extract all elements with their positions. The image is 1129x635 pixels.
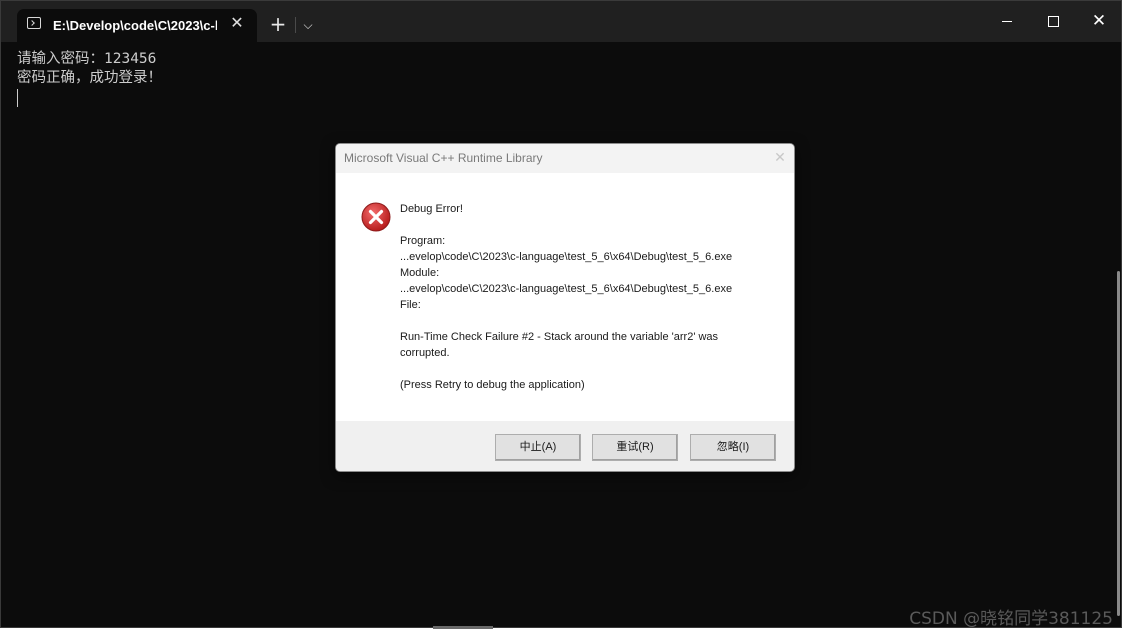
terminal-line: 密码正确，成功登录！ (17, 70, 162, 86)
maximize-icon (1047, 15, 1059, 27)
message-line: Program: (400, 235, 446, 247)
text-cursor (17, 89, 18, 107)
message-line (400, 313, 780, 329)
message-line: (Press Retry to debug the application) (400, 379, 585, 391)
retry-button[interactable]: 重试(R) (592, 434, 678, 461)
tab-title: E:\Develop\code\C\2023\c-la (53, 18, 217, 33)
watermark: CSDN @晓铭同学381125 (909, 609, 1113, 629)
minimize-button[interactable] (984, 1, 1030, 41)
message-line: ...evelop\code\C\2023\c-language\test_5_… (400, 283, 733, 295)
dialog-title: Microsoft Visual C++ Runtime Library (344, 151, 543, 165)
abort-button[interactable]: 中止(A) (495, 434, 581, 461)
error-icon (361, 202, 391, 232)
dialog-title-bar: Microsoft Visual C++ Runtime Library ✕ (336, 144, 794, 173)
title-bar: E:\Develop\code\C\2023\c-la ✕ + ⌵ ✕ (1, 1, 1121, 42)
message-line: ...evelop\code\C\2023\c-language\test_5_… (400, 251, 733, 263)
tab-divider (295, 17, 296, 33)
chevron-down-icon[interactable]: ⌵ (299, 15, 317, 35)
tab-close-icon[interactable]: ✕ (227, 13, 247, 33)
terminal-output[interactable]: 请输入密码：123456 密码正确，成功登录！ (17, 50, 162, 88)
scrollbar[interactable] (1117, 271, 1120, 616)
dialog-message: Debug Error! Program: ...evelop\code\C\2… (400, 201, 780, 393)
message-line (400, 217, 780, 233)
message-line: Debug Error! (400, 203, 463, 215)
message-line: Module: (400, 267, 440, 279)
maximize-button[interactable] (1030, 1, 1076, 41)
message-line: corrupted. (400, 347, 450, 359)
dialog-close-icon[interactable]: ✕ (770, 148, 790, 168)
message-line (400, 361, 780, 377)
runtime-error-dialog: Microsoft Visual C++ Runtime Library ✕ D… (335, 143, 795, 472)
terminal-tab[interactable]: E:\Develop\code\C\2023\c-la ✕ (17, 9, 257, 42)
minimize-icon (1002, 20, 1012, 22)
terminal-icon (27, 17, 41, 29)
message-line: File: (400, 299, 421, 311)
ignore-button[interactable]: 忽略(I) (690, 434, 776, 461)
terminal-line: 请输入密码：123456 (17, 51, 157, 67)
new-tab-button[interactable]: + (267, 13, 289, 35)
message-line: Run-Time Check Failure #2 - Stack around… (400, 331, 719, 343)
close-window-button[interactable]: ✕ (1076, 1, 1122, 41)
bottom-indicator (433, 626, 493, 629)
